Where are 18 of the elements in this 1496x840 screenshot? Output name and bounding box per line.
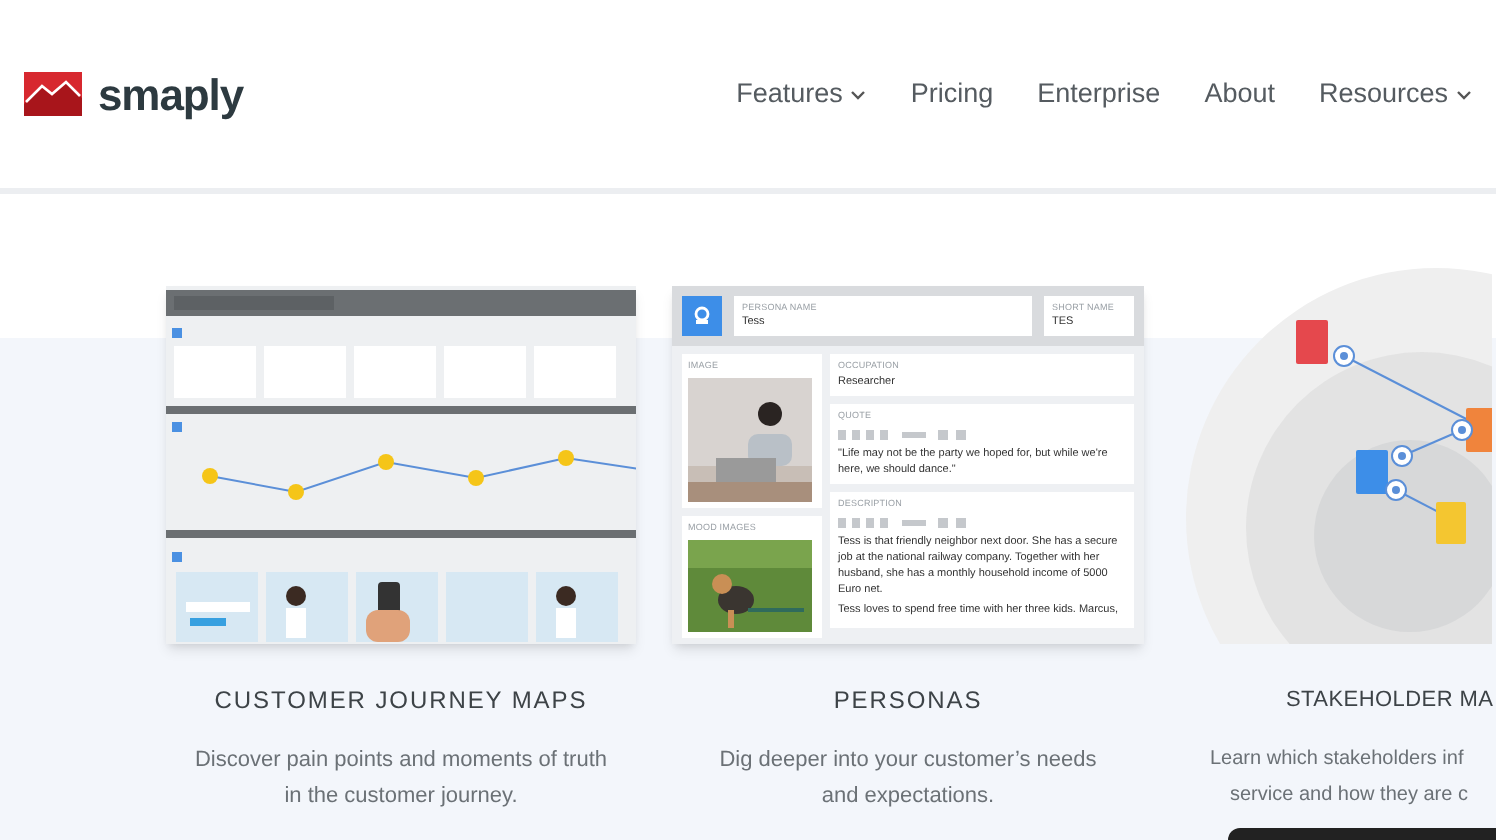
feature-title: CUSTOMER JOURNEY MAPS — [214, 684, 588, 718]
nav-link[interactable]: Resources — [1318, 73, 1472, 115]
nav-link[interactable]: Pricing — [910, 73, 994, 115]
nav-link[interactable]: Enterprise — [1037, 73, 1161, 115]
feature-description: and expectations. — [821, 782, 995, 812]
nav-link[interactable]: About — [1204, 73, 1275, 115]
feature-title: PERSONAS — [833, 684, 983, 718]
feature-description: in the customer journey. — [284, 782, 518, 812]
nav-link[interactable]: Features — [736, 73, 867, 115]
feature-description: Dig deeper into your customer’s needs — [719, 746, 1097, 776]
brand-name[interactable]: smaply — [98, 61, 244, 127]
description-field[interactable] — [830, 491, 1134, 627]
feature-description: Discover pain points and moments of truth — [194, 746, 608, 776]
feature-description: service and how they are c — [1230, 781, 1468, 809]
mountain-logo-icon[interactable] — [24, 72, 82, 116]
feature-title: STAKEHOLDER MA — [1286, 686, 1494, 716]
avatar-icon — [682, 296, 722, 336]
feature-description: Learn which stakeholders inf — [1210, 745, 1464, 773]
